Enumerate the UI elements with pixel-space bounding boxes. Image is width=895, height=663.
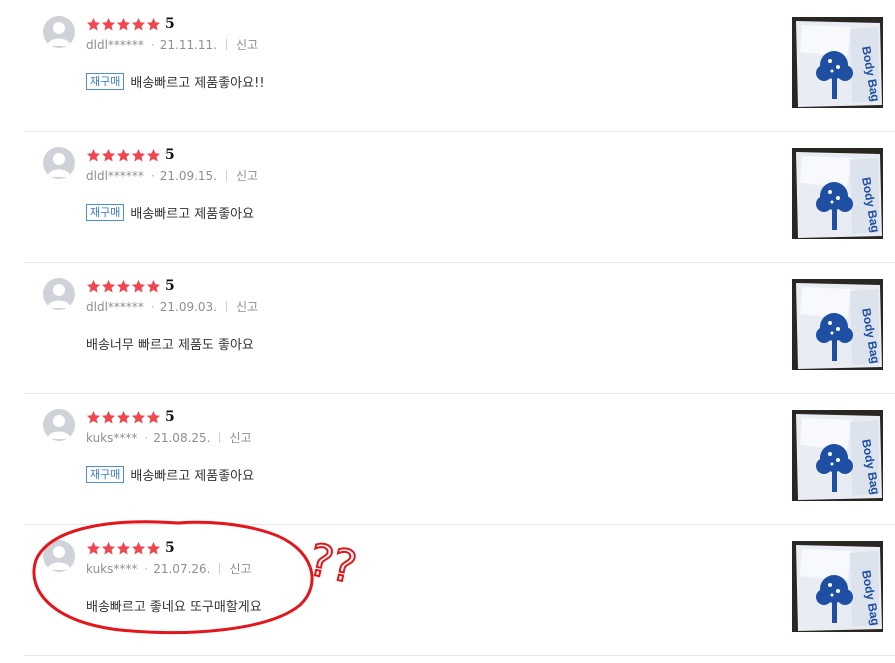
rating-score: 5 xyxy=(165,278,175,294)
review-content: 재구매 배송빠르고 제품좋아요!! xyxy=(86,72,265,91)
review-item: 5 dldl****** · 21.11.11. 신고 재구매 배송빠르고 제품… xyxy=(24,0,895,132)
review-content: 재구매 배송빠르고 제품좋아요 xyxy=(86,465,254,484)
repurchase-badge: 재구매 xyxy=(86,466,125,483)
meta-separator: · xyxy=(150,168,155,183)
review-date: 21.09.03. xyxy=(159,299,217,314)
review-date: 21.11.11. xyxy=(159,37,217,52)
star-rating: 5 xyxy=(86,409,175,425)
review-photo[interactable]: Body Bag xyxy=(792,541,883,632)
star-rating: 5 xyxy=(86,147,175,163)
meta-divider xyxy=(219,563,221,574)
meta-divider xyxy=(226,39,227,50)
repurchase-badge: 재구매 xyxy=(86,73,125,90)
rating-score: 5 xyxy=(165,16,175,32)
star-icon xyxy=(86,17,101,30)
review-text: 배송너무 빠르고 제품도 좋아요 xyxy=(86,338,254,353)
review-date: 21.07.26. xyxy=(153,561,211,576)
review-date: 21.09.15. xyxy=(159,168,217,183)
star-icon xyxy=(86,279,101,292)
user-avatar xyxy=(43,409,75,441)
star-icon xyxy=(101,279,116,292)
star-icon xyxy=(131,279,146,292)
reviewer-id: dldl****** xyxy=(86,168,144,183)
review-meta: dldl****** · 21.09.15. 신고 xyxy=(86,167,258,184)
review-item: 5 dldl****** · 21.09.03. 신고 배송너무 빠르고 제품도… xyxy=(24,262,895,394)
review-meta: dldl****** · 21.09.03. 신고 xyxy=(86,298,258,315)
report-link[interactable]: 신고 xyxy=(236,298,258,315)
review-text: 배송빠르고 제품좋아요 xyxy=(130,469,255,484)
review-item: 5 kuks**** · 21.07.26. 신고 배송빠르고 좋네요 또구매할… xyxy=(24,524,895,656)
star-rating: 5 xyxy=(86,16,175,32)
star-icon xyxy=(86,148,101,161)
star-icon xyxy=(116,148,131,161)
review-photo[interactable]: Body Bag xyxy=(792,279,883,370)
star-icon xyxy=(131,410,146,423)
reviewer-id: kuks**** xyxy=(86,430,138,445)
star-icon xyxy=(146,279,161,292)
star-icon xyxy=(146,148,161,161)
star-icon xyxy=(131,148,146,161)
review-text: 배송빠르고 제품좋아요 xyxy=(130,207,255,222)
review-content: 배송빠르고 좋네요 또구매할게요 xyxy=(86,596,262,615)
meta-divider xyxy=(219,432,221,443)
user-avatar xyxy=(43,278,75,310)
star-icon xyxy=(116,410,131,423)
star-icon xyxy=(101,410,116,423)
star-icon xyxy=(131,17,146,30)
star-icon xyxy=(116,541,131,554)
meta-separator: · xyxy=(144,561,149,576)
review-meta: dldl****** · 21.11.11. 신고 xyxy=(86,36,258,53)
star-icon xyxy=(146,410,161,423)
meta-separator: · xyxy=(150,299,155,314)
rating-score: 5 xyxy=(165,540,175,556)
rating-score: 5 xyxy=(165,409,175,425)
reviewer-id: dldl****** xyxy=(86,37,144,52)
meta-divider xyxy=(226,301,227,312)
review-meta: kuks**** · 21.07.26. 신고 xyxy=(86,560,252,577)
star-icon xyxy=(86,541,101,554)
star-icon xyxy=(146,17,161,30)
report-link[interactable]: 신고 xyxy=(236,36,258,53)
report-link[interactable]: 신고 xyxy=(229,560,251,577)
star-icon xyxy=(146,541,161,554)
review-list: 5 dldl****** · 21.11.11. 신고 재구매 배송빠르고 제품… xyxy=(0,0,895,663)
review-photo[interactable]: Body Bag xyxy=(792,410,883,501)
report-link[interactable]: 신고 xyxy=(236,167,258,184)
meta-separator: · xyxy=(144,430,149,445)
meta-divider xyxy=(226,170,227,181)
star-icon xyxy=(101,541,116,554)
star-icon xyxy=(86,410,101,423)
review-text: 배송빠르고 제품좋아요!! xyxy=(130,76,265,91)
star-icon xyxy=(101,148,116,161)
user-avatar xyxy=(43,147,75,179)
review-photo[interactable]: Body Bag xyxy=(792,148,883,239)
user-avatar xyxy=(43,540,75,572)
review-text: 배송빠르고 좋네요 또구매할게요 xyxy=(86,600,262,615)
review-content: 배송너무 빠르고 제품도 좋아요 xyxy=(86,334,254,353)
review-content: 재구매 배송빠르고 제품좋아요 xyxy=(86,203,254,222)
review-photo[interactable]: Body Bag xyxy=(792,17,883,108)
user-avatar xyxy=(43,16,75,48)
meta-separator: · xyxy=(150,37,155,52)
star-rating: 5 xyxy=(86,278,175,294)
report-link[interactable]: 신고 xyxy=(229,429,251,446)
review-meta: kuks**** · 21.08.25. 신고 xyxy=(86,429,252,446)
star-icon xyxy=(101,17,116,30)
reviewer-id: kuks**** xyxy=(86,561,138,576)
rating-score: 5 xyxy=(165,147,175,163)
review-date: 21.08.25. xyxy=(153,430,211,445)
star-rating: 5 xyxy=(86,540,175,556)
star-icon xyxy=(131,541,146,554)
review-item: 5 dldl****** · 21.09.15. 신고 재구매 배송빠르고 제품… xyxy=(24,131,895,263)
review-item: 5 kuks**** · 21.08.25. 신고 재구매 배송빠르고 제품좋아… xyxy=(24,393,895,525)
star-icon xyxy=(116,279,131,292)
star-icon xyxy=(116,17,131,30)
repurchase-badge: 재구매 xyxy=(86,204,125,221)
reviewer-id: dldl****** xyxy=(86,299,144,314)
